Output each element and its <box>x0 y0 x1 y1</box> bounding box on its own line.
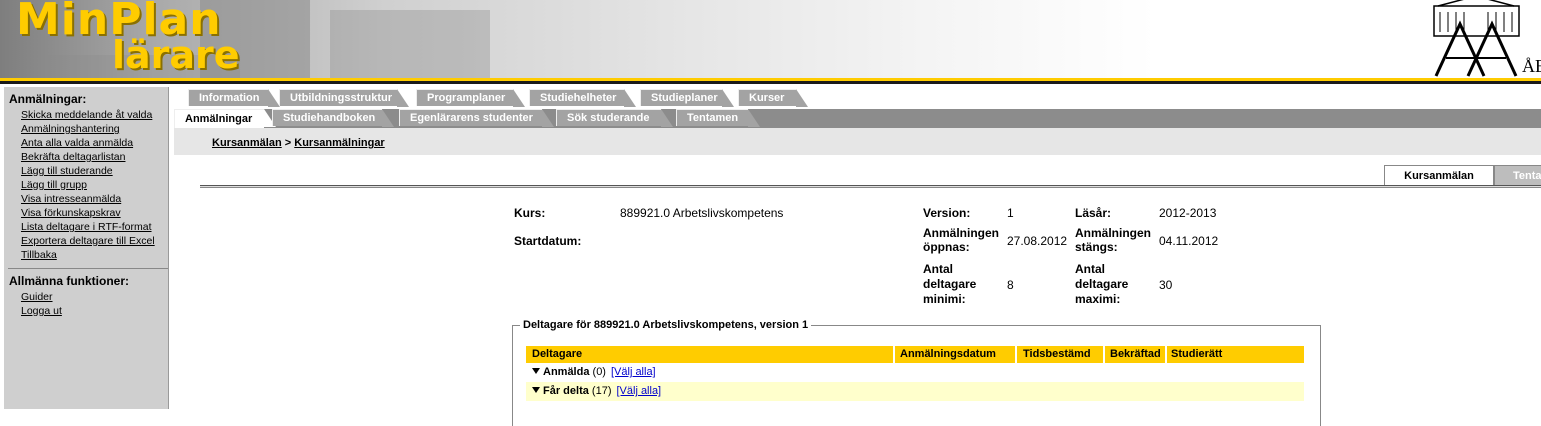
menu-link-list-rtf[interactable]: Lista deltagare i RTF-format <box>21 220 168 234</box>
app-logo-subtitle: lärare <box>112 33 240 77</box>
menu-section-title: Allmänna funktioner: <box>9 274 130 288</box>
menu-link-registration-management[interactable]: Anmälningshantering <box>21 122 168 136</box>
participants-table: Deltagare Anmälningsdatum Tidsbestämd Be… <box>526 346 1304 401</box>
column-separator <box>1165 346 1167 363</box>
tab-kurser[interactable]: Kurser <box>738 89 808 107</box>
header-background-building <box>330 10 490 78</box>
menu-link-show-interested[interactable]: Visa intresseanmälda <box>21 192 168 206</box>
tab-studiehelheter[interactable]: Studiehelheter <box>529 89 636 107</box>
group-name: Anmälda <box>543 366 590 378</box>
course-label: Kurs: <box>514 206 546 220</box>
table-header: Deltagare Anmälningsdatum Tidsbestämd Be… <box>526 346 1304 363</box>
group-name: Får delta <box>543 385 589 397</box>
breadcrumb: Kursanmälan > Kursanmälningar <box>212 137 385 149</box>
min-label-line1: Antal <box>923 262 953 276</box>
tab-kursanmalan[interactable]: Kursanmälan <box>1384 165 1494 185</box>
collapse-triangle-icon[interactable] <box>532 387 540 394</box>
university-name-fragment: ÅB <box>1522 56 1541 76</box>
startdate-label: Startdatum: <box>514 234 582 248</box>
app-header: MinPlan lärare ÅB <box>0 0 1541 78</box>
column-header-deltagare[interactable]: Deltagare <box>532 348 582 360</box>
tab-studieplaner[interactable]: Studieplaner <box>640 89 734 107</box>
closes-value: 04.11.2012 <box>1159 234 1219 248</box>
min-participants-value: 8 <box>1007 278 1014 292</box>
menu-link-confirm-list[interactable]: Bekräfta deltagarlistan <box>21 150 168 164</box>
max-participants-label: Antal deltagare maximi: <box>1075 262 1128 307</box>
academic-year-label: Läsår: <box>1075 206 1112 220</box>
tab-tenta[interactable]: Tenta <box>1494 165 1541 185</box>
menu-section-title: Anmälningar: <box>9 92 87 106</box>
breadcrumb-kursanmalan[interactable]: Kursanmälan <box>212 137 282 149</box>
collapse-triangle-icon[interactable] <box>532 368 540 375</box>
closes-label-line1: Anmälningen <box>1075 226 1152 240</box>
left-menu: Anmälningar: Skicka meddelande åt valda … <box>4 87 169 409</box>
menu-link-export-excel[interactable]: Exportera deltagare till Excel <box>21 234 168 248</box>
column-separator <box>893 346 895 363</box>
academic-year-value: 2012-2013 <box>1159 206 1217 220</box>
menu-link-back[interactable]: Tillbaka <box>21 248 168 262</box>
menu-link-send-message[interactable]: Skicka meddelande åt valda <box>21 108 168 122</box>
tab-anmalningar[interactable]: Anmälningar <box>174 109 276 128</box>
version-value: 1 <box>1007 206 1014 220</box>
tab-tentamen[interactable]: Tentamen <box>676 109 760 127</box>
group-count: (0) <box>592 366 606 378</box>
tab-sok-studerande[interactable]: Sök studerande <box>556 109 673 127</box>
menu-link-add-student[interactable]: Lägg till studerande <box>21 164 168 178</box>
header-divider-black <box>0 81 1541 84</box>
menu-divider <box>8 268 168 269</box>
max-label-line3: maximi: <box>1075 292 1121 306</box>
menu-link-guides[interactable]: Guider <box>21 290 168 304</box>
menu-link-show-prerequisites[interactable]: Visa förkunskapskrav <box>21 206 168 220</box>
closes-label: Anmälningen stängs: <box>1075 226 1151 254</box>
course-value: 889921.0 Arbetslivskompetens <box>620 206 784 220</box>
content-divider <box>200 185 1541 188</box>
menu-link-accept-all[interactable]: Anta alla valda anmälda <box>21 136 168 150</box>
breadcrumb-kursanmalningar[interactable]: Kursanmälningar <box>294 137 384 149</box>
opens-label: Anmälningen öppnas: <box>923 226 999 254</box>
participants-legend: Deltagare för 889921.0 Arbetslivskompete… <box>520 319 812 331</box>
max-label-line1: Antal <box>1075 262 1105 276</box>
tab-studiehandboken[interactable]: Studiehandboken <box>272 109 394 127</box>
max-participants-value: 30 <box>1159 278 1173 292</box>
min-label-line3: minimi: <box>923 292 966 306</box>
tab-utbildningsstruktur[interactable]: Utbildningsstruktur <box>279 89 409 107</box>
menu-link-logout[interactable]: Logga ut <box>21 304 168 318</box>
opens-label-line1: Anmälningen <box>923 226 1000 240</box>
opens-value: 27.08.2012 <box>1007 234 1068 248</box>
closes-label-line2: stängs: <box>1075 240 1118 254</box>
min-participants-label: Antal deltagare minimi: <box>923 262 976 307</box>
tab-programplaner[interactable]: Programplaner <box>416 89 525 107</box>
tab-information[interactable]: Information <box>188 89 280 107</box>
menu-link-add-group[interactable]: Lägg till grupp <box>21 178 168 192</box>
group-row-anmalda[interactable]: Anmälda (0) [Välj alla] <box>526 363 1304 382</box>
column-header-anmalningsdatum[interactable]: Anmälningsdatum <box>900 348 996 360</box>
version-label: Version: <box>923 206 971 220</box>
breadcrumb-separator: > <box>281 137 295 149</box>
column-separator <box>1103 346 1105 363</box>
column-separator <box>1015 346 1017 363</box>
column-header-studieratt[interactable]: Studierätt <box>1171 348 1222 360</box>
max-label-line2: deltagare <box>1075 277 1129 291</box>
select-all-link[interactable]: [Välj alla] <box>616 385 661 397</box>
group-row-far-delta[interactable]: Får delta (17) [Välj alla] <box>526 382 1304 401</box>
select-all-link[interactable]: [Välj alla] <box>611 366 656 378</box>
column-header-tidsbestamd[interactable]: Tidsbestämd <box>1023 348 1091 360</box>
group-count: (17) <box>591 385 612 397</box>
column-header-bekraftad[interactable]: Bekräftad <box>1110 348 1161 360</box>
opens-label-line2: öppnas: <box>923 240 970 254</box>
tab-egenlararens-studenter[interactable]: Egenlärarens studenter <box>399 109 554 127</box>
min-label-line2: deltagare <box>923 277 977 291</box>
